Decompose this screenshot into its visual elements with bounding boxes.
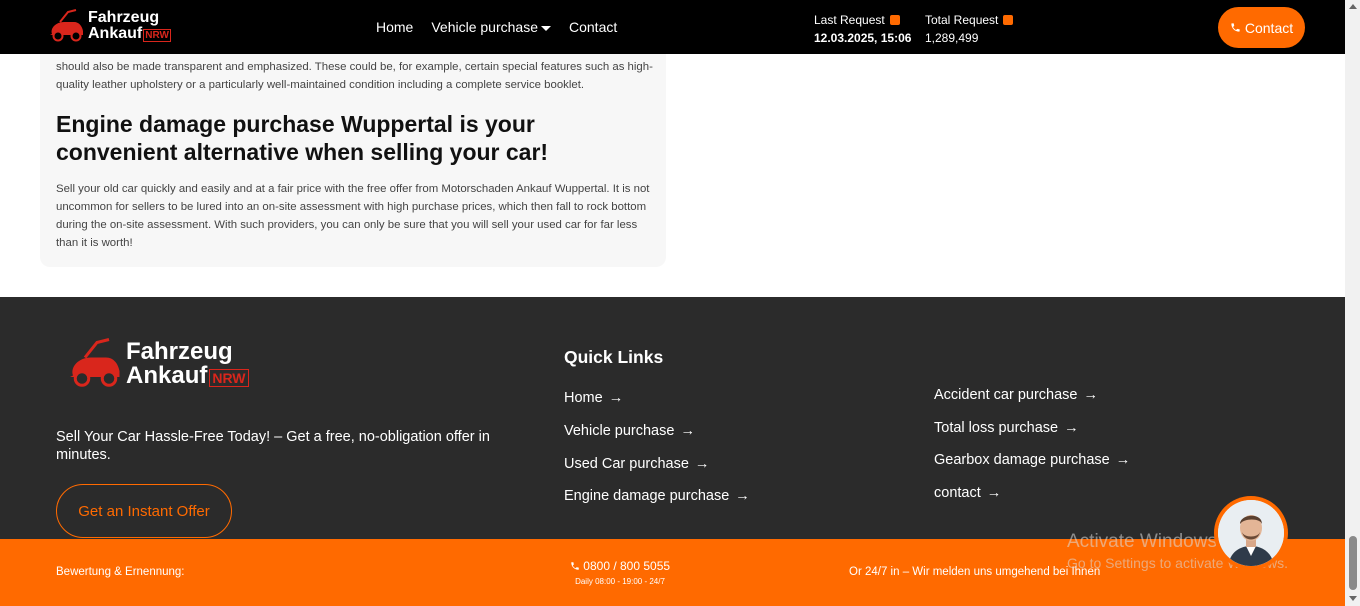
- last-request-stat: Last Request 12.03.2025, 15:06: [814, 11, 911, 47]
- footer-logo-text: Fahrzeug Ankauf NRW: [126, 340, 249, 390]
- footer-link-vehicle-purchase[interactable]: Vehicle purchase →: [564, 423, 695, 439]
- nav-vehicle-purchase[interactable]: Vehicle purchase: [431, 19, 551, 35]
- footer-tagline: Sell Your Car Hassle-Free Today! – Get a…: [56, 429, 490, 463]
- phone-icon: [571, 562, 579, 570]
- rating-label: Bewertung & Ernennung:: [56, 566, 185, 578]
- opening-hours: Daily 08:00 - 19:00 - 24/7: [575, 577, 665, 586]
- header-logo[interactable]: Fahrzeug Ankauf NRW: [46, 8, 171, 46]
- clock-icon: [889, 15, 900, 25]
- page: should also be made transparent and emph…: [0, 0, 1360, 606]
- content-heading: Engine damage purchase Wuppertal is your…: [56, 111, 549, 165]
- footer-link-label: Gearbox damage purchase: [934, 452, 1110, 468]
- arrow-right-icon: →: [1064, 420, 1079, 436]
- footer-link-label: contact: [934, 485, 981, 501]
- content-card: should also be made transparent and emph…: [40, 30, 666, 267]
- nav-contact[interactable]: Contact: [569, 19, 617, 35]
- phone-number: 0800 / 800 5055: [583, 559, 671, 573]
- arrow-right-icon: →: [608, 390, 624, 406]
- last-request-value: 12.03.2025, 15:06: [814, 31, 912, 45]
- phone-icon: [1231, 23, 1240, 32]
- arrow-right-icon: →: [680, 423, 695, 439]
- person-avatar-icon: [1218, 500, 1284, 566]
- avatar: [1218, 500, 1284, 566]
- windows-watermark-title: Activate Windows: [1067, 531, 1217, 552]
- logo-line2: Ankauf: [88, 25, 143, 42]
- footer-link-label: Used Car purchase: [564, 456, 689, 472]
- total-request-value: 1,289,499: [925, 31, 979, 45]
- footer-link-label: Vehicle purchase: [564, 423, 675, 439]
- header-contact-label: Contact: [1244, 19, 1294, 36]
- phone-link[interactable]: 0800 / 800 5055: [568, 559, 672, 573]
- content-paragraph-top: should also be made transparent and emph…: [56, 61, 653, 91]
- arrow-right-icon: →: [1115, 452, 1131, 468]
- footer-logo-badge: NRW: [209, 369, 249, 387]
- footer-logo-line2: Ankauf: [126, 362, 208, 389]
- footer-link-label: Engine damage purchase: [564, 488, 730, 504]
- nav-vehicle-purchase-label: Vehicle purchase: [431, 19, 538, 35]
- footer-link-home[interactable]: Home →: [564, 390, 623, 406]
- footer-link-gearbox-damage-purchase[interactable]: Gearbox damage purchase →: [934, 452, 1130, 468]
- chat-avatar-button[interactable]: [1214, 496, 1288, 570]
- chevron-down-icon: [541, 25, 551, 31]
- total-request-label: Total Request: [925, 13, 999, 27]
- quick-links-title: Quick Links: [564, 347, 664, 367]
- last-request-label: Last Request: [814, 13, 885, 27]
- logo-line1: Fahrzeug: [88, 9, 160, 26]
- logo-badge: NRW: [143, 29, 171, 42]
- car-logo-icon: [50, 9, 83, 42]
- footer-logo[interactable]: Fahrzeug Ankauf NRW: [64, 335, 249, 395]
- top-navbar: Fahrzeug Ankauf NRW Home Vehicle purchase…: [0, 0, 1345, 54]
- main-nav: Home Vehicle purchase Contact: [376, 19, 617, 35]
- arrow-right-icon: →: [986, 485, 1002, 501]
- header-logo-text: Fahrzeug Ankauf NRW: [88, 10, 171, 44]
- footer-link-used-car-purchase[interactable]: Used Car purchase →: [564, 456, 709, 472]
- footer: Fahrzeug Ankauf NRW Sell Your Car Hassle-…: [0, 297, 1345, 540]
- chart-icon: [1003, 15, 1014, 25]
- scroll-thumb[interactable]: [1349, 536, 1357, 590]
- page-scrollbar[interactable]: [1345, 0, 1360, 606]
- arrow-right-icon: →: [735, 488, 750, 504]
- footer-logo-line1: Fahrzeug: [126, 338, 233, 365]
- footer-link-accident-car-purchase[interactable]: Accident car purchase →: [934, 387, 1098, 403]
- footer-link-contact[interactable]: contact →: [934, 485, 1001, 501]
- instant-offer-button[interactable]: Get an Instant Offer: [56, 484, 232, 538]
- footer-link-label: Home: [564, 390, 603, 406]
- total-request-stat: Total Request 1,289,499: [925, 11, 1014, 47]
- footer-link-total-loss-purchase[interactable]: Total loss purchase →: [934, 420, 1079, 436]
- footer-link-engine-damage-purchase[interactable]: Engine damage purchase →: [564, 488, 750, 504]
- nav-home[interactable]: Home: [376, 19, 413, 35]
- content-paragraph-bottom: Sell your old car quickly and easily and…: [56, 183, 650, 249]
- arrow-right-icon: →: [694, 456, 710, 472]
- header-contact-button[interactable]: Contact: [1218, 7, 1305, 48]
- scroll-up-icon[interactable]: [1349, 4, 1357, 9]
- footer-link-label: Total loss purchase: [934, 420, 1059, 436]
- callback-note: Or 24/7 in – Wir melden uns umgehend bei…: [849, 566, 1101, 578]
- car-logo-icon: [70, 338, 120, 387]
- arrow-right-icon: →: [1083, 387, 1098, 403]
- footer-link-label: Accident car purchase: [934, 387, 1078, 403]
- scroll-down-icon[interactable]: [1349, 596, 1357, 601]
